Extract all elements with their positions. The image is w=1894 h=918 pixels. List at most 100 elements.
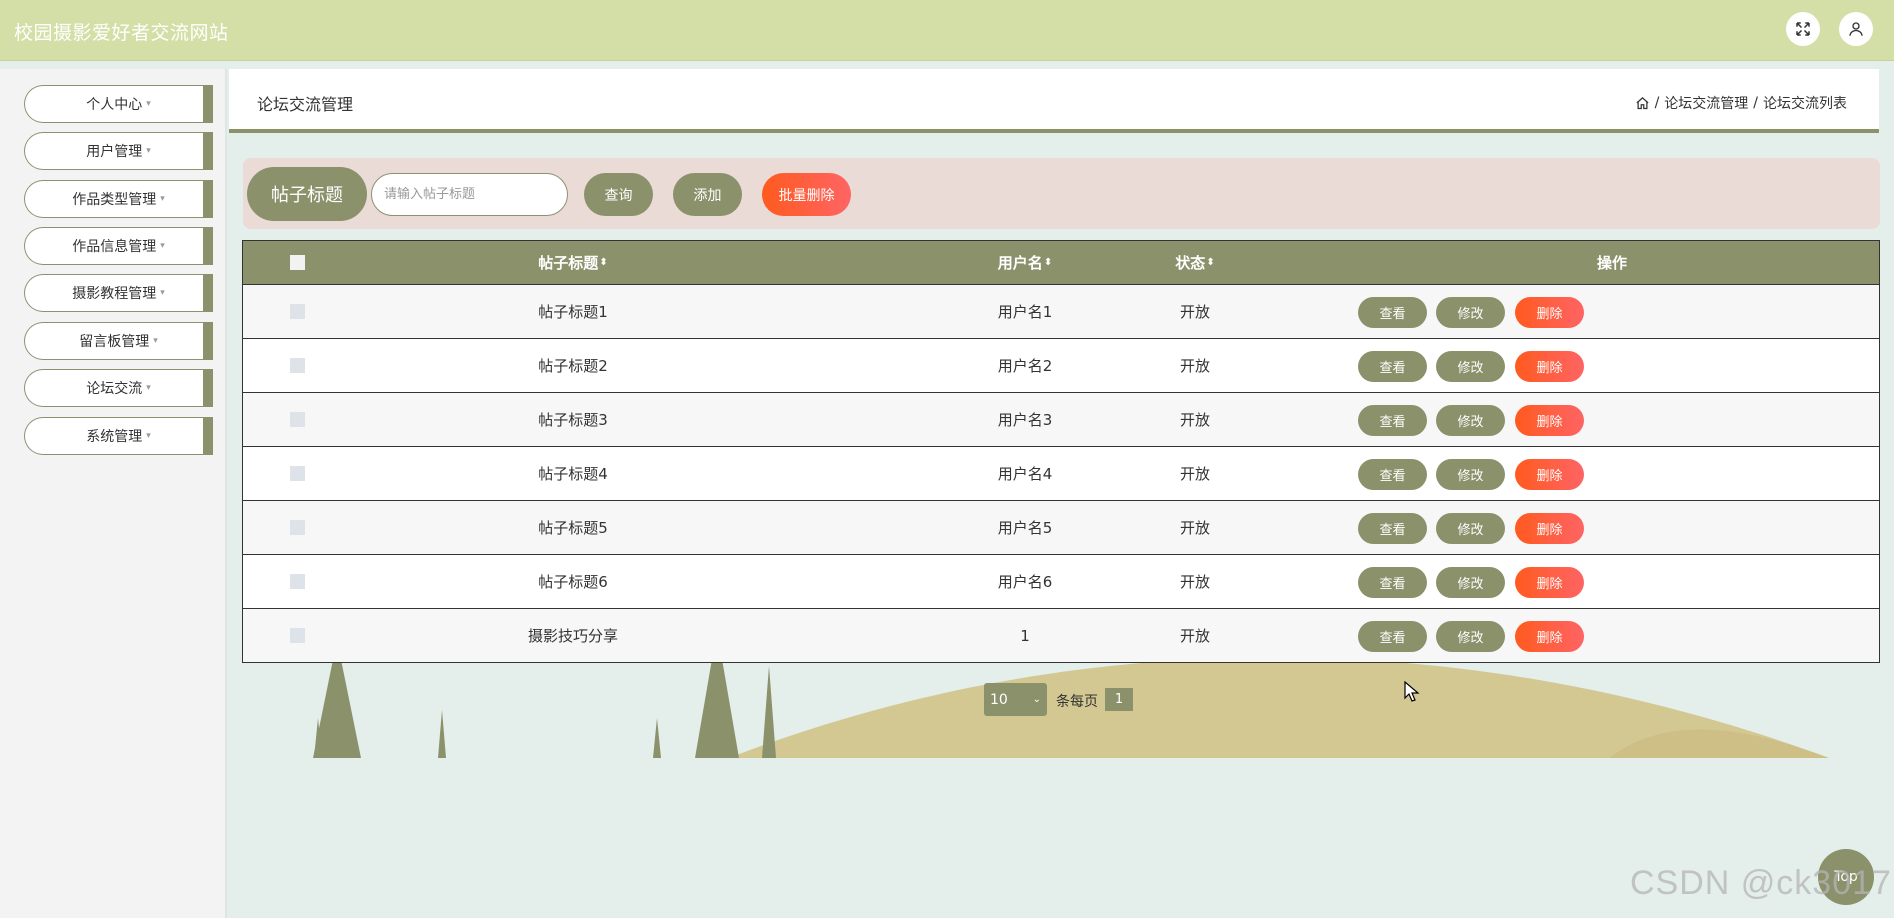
fullscreen-icon[interactable] bbox=[1786, 12, 1820, 46]
breadcrumb: / 论坛交流管理 / 论坛交流列表 bbox=[1635, 93, 1847, 113]
view-button[interactable]: 查看 bbox=[1358, 459, 1427, 490]
cell-status: 开放 bbox=[1179, 573, 1210, 591]
cell-username: 用户名1 bbox=[997, 303, 1053, 321]
cell-status: 开放 bbox=[1179, 627, 1210, 645]
cell-username: 用户名2 bbox=[997, 357, 1053, 375]
breadcrumb-separator: / bbox=[1753, 95, 1758, 111]
batch-delete-button[interactable]: 批量删除 bbox=[762, 173, 851, 216]
delete-button[interactable]: 删除 bbox=[1515, 513, 1584, 544]
sidebar-item-user-management[interactable]: 用户管理 ▾ bbox=[24, 132, 213, 170]
view-button[interactable]: 查看 bbox=[1358, 405, 1427, 436]
add-button[interactable]: 添加 bbox=[673, 173, 742, 216]
row-checkbox[interactable] bbox=[289, 628, 305, 643]
search-input[interactable] bbox=[371, 173, 568, 216]
cell-username: 用户名5 bbox=[997, 519, 1053, 537]
view-button[interactable]: 查看 bbox=[1358, 297, 1427, 328]
cell-title: 帖子标题4 bbox=[538, 465, 608, 483]
top-bar: 校园摄影爱好者交流网站 bbox=[0, 0, 1894, 61]
row-checkbox[interactable] bbox=[289, 574, 305, 589]
table-row: 帖子标题4 用户名4 开放 查看 修改 删除 bbox=[243, 446, 1879, 500]
cell-title: 帖子标题6 bbox=[538, 573, 608, 591]
delete-button[interactable]: 删除 bbox=[1515, 351, 1584, 382]
row-checkbox[interactable] bbox=[289, 520, 305, 535]
cell-username: 用户名3 bbox=[997, 411, 1053, 429]
delete-button[interactable]: 删除 bbox=[1515, 567, 1584, 598]
chevron-down-icon: ▾ bbox=[160, 288, 165, 298]
sidebar-item-label: 摄影教程管理 bbox=[72, 286, 157, 302]
sidebar-item-label: 论坛交流 bbox=[86, 381, 143, 397]
delete-button[interactable]: 删除 bbox=[1515, 459, 1584, 490]
delete-button[interactable]: 删除 bbox=[1515, 405, 1584, 436]
chevron-down-icon: ▾ bbox=[160, 241, 165, 251]
page-title: 论坛交流管理 bbox=[257, 95, 354, 114]
edit-button[interactable]: 修改 bbox=[1436, 297, 1505, 328]
cell-title: 帖子标题1 bbox=[538, 303, 608, 321]
column-header-actions: 操作 bbox=[1596, 254, 1627, 272]
edit-button[interactable]: 修改 bbox=[1436, 351, 1505, 382]
sort-icon: ⬍ bbox=[1206, 257, 1215, 268]
cell-status: 开放 bbox=[1179, 303, 1210, 321]
watermark: CSDN @ck3017 bbox=[1630, 864, 1892, 902]
delete-button[interactable]: 删除 bbox=[1515, 297, 1584, 328]
sidebar-item-message-board[interactable]: 留言板管理 ▾ bbox=[24, 322, 213, 360]
app-title: 校园摄影爱好者交流网站 bbox=[14, 22, 229, 44]
page-size-select[interactable]: 10 ⌄ bbox=[984, 683, 1047, 716]
row-checkbox[interactable] bbox=[289, 412, 305, 427]
row-checkbox[interactable] bbox=[289, 358, 305, 373]
home-icon[interactable] bbox=[1635, 96, 1650, 111]
table-row: 帖子标题1 用户名1 开放 查看 修改 删除 bbox=[243, 284, 1879, 338]
sidebar-item-label: 用户管理 bbox=[86, 144, 143, 160]
sidebar-item-label: 个人中心 bbox=[86, 97, 143, 113]
chevron-down-icon: ▾ bbox=[160, 194, 165, 204]
edit-button[interactable]: 修改 bbox=[1436, 459, 1505, 490]
view-button[interactable]: 查看 bbox=[1358, 513, 1427, 544]
sidebar-item-label: 作品信息管理 bbox=[72, 239, 157, 255]
delete-button[interactable]: 删除 bbox=[1515, 621, 1584, 652]
sidebar-item-forum[interactable]: 论坛交流 ▾ bbox=[24, 369, 213, 407]
mouse-cursor-icon bbox=[1404, 681, 1420, 702]
edit-button[interactable]: 修改 bbox=[1436, 567, 1505, 598]
edit-button[interactable]: 修改 bbox=[1436, 405, 1505, 436]
view-button[interactable]: 查看 bbox=[1358, 351, 1427, 382]
query-button[interactable]: 查询 bbox=[584, 173, 653, 216]
cell-title: 帖子标题5 bbox=[538, 519, 608, 537]
table-row: 帖子标题5 用户名5 开放 查看 修改 删除 bbox=[243, 500, 1879, 554]
breadcrumb-level-2: 论坛交流列表 bbox=[1763, 96, 1847, 112]
cell-username: 1 bbox=[1020, 626, 1030, 645]
page-number-current[interactable]: 1 bbox=[1105, 688, 1133, 711]
edit-button[interactable]: 修改 bbox=[1436, 621, 1505, 652]
sidebar-item-label: 作品类型管理 bbox=[72, 192, 157, 208]
select-all-checkbox[interactable] bbox=[289, 255, 305, 270]
view-button[interactable]: 查看 bbox=[1358, 621, 1427, 652]
chevron-down-icon: ▾ bbox=[146, 99, 151, 109]
chevron-down-icon: ▾ bbox=[146, 146, 151, 156]
column-header-title[interactable]: 帖子标题 ⬍ bbox=[473, 241, 673, 284]
table-row: 摄影技巧分享 1 开放 查看 修改 删除 bbox=[243, 608, 1879, 662]
view-button[interactable]: 查看 bbox=[1358, 567, 1427, 598]
forum-posts-table: 帖子标题 ⬍ 用户名 ⬍ 状态 ⬍ 操作 帖子标题1 用户名1 开放 查看 修改 删除… bbox=[242, 240, 1880, 663]
sidebar-item-work-type-management[interactable]: 作品类型管理 ▾ bbox=[24, 180, 213, 218]
per-page-label: 条每页 bbox=[1056, 694, 1098, 710]
sidebar-item-system-management[interactable]: 系统管理 ▾ bbox=[24, 417, 213, 455]
column-header-username[interactable]: 用户名 ⬍ bbox=[955, 241, 1095, 284]
sidebar-item-label: 系统管理 bbox=[86, 429, 143, 445]
cell-status: 开放 bbox=[1179, 357, 1210, 375]
cell-username: 用户名6 bbox=[997, 573, 1053, 591]
row-checkbox[interactable] bbox=[289, 304, 305, 319]
sidebar-item-work-info-management[interactable]: 作品信息管理 ▾ bbox=[24, 227, 213, 265]
user-icon[interactable] bbox=[1839, 12, 1873, 46]
sidebar-item-personal-center[interactable]: 个人中心 ▾ bbox=[24, 85, 213, 123]
cell-title: 摄影技巧分享 bbox=[527, 627, 618, 645]
search-label: 帖子标题 bbox=[247, 167, 367, 221]
sort-icon: ⬍ bbox=[599, 257, 608, 268]
column-header-status[interactable]: 状态 ⬍ bbox=[1155, 241, 1235, 284]
cell-status: 开放 bbox=[1179, 465, 1210, 483]
cell-username: 用户名4 bbox=[997, 465, 1053, 483]
chevron-down-icon: ▾ bbox=[153, 336, 158, 346]
edit-button[interactable]: 修改 bbox=[1436, 513, 1505, 544]
sort-icon: ⬍ bbox=[1043, 257, 1053, 268]
breadcrumb-level-1[interactable]: 论坛交流管理 bbox=[1664, 93, 1748, 113]
sidebar-item-tutorial-management[interactable]: 摄影教程管理 ▾ bbox=[24, 274, 213, 312]
cell-status: 开放 bbox=[1179, 519, 1210, 537]
row-checkbox[interactable] bbox=[289, 466, 305, 481]
